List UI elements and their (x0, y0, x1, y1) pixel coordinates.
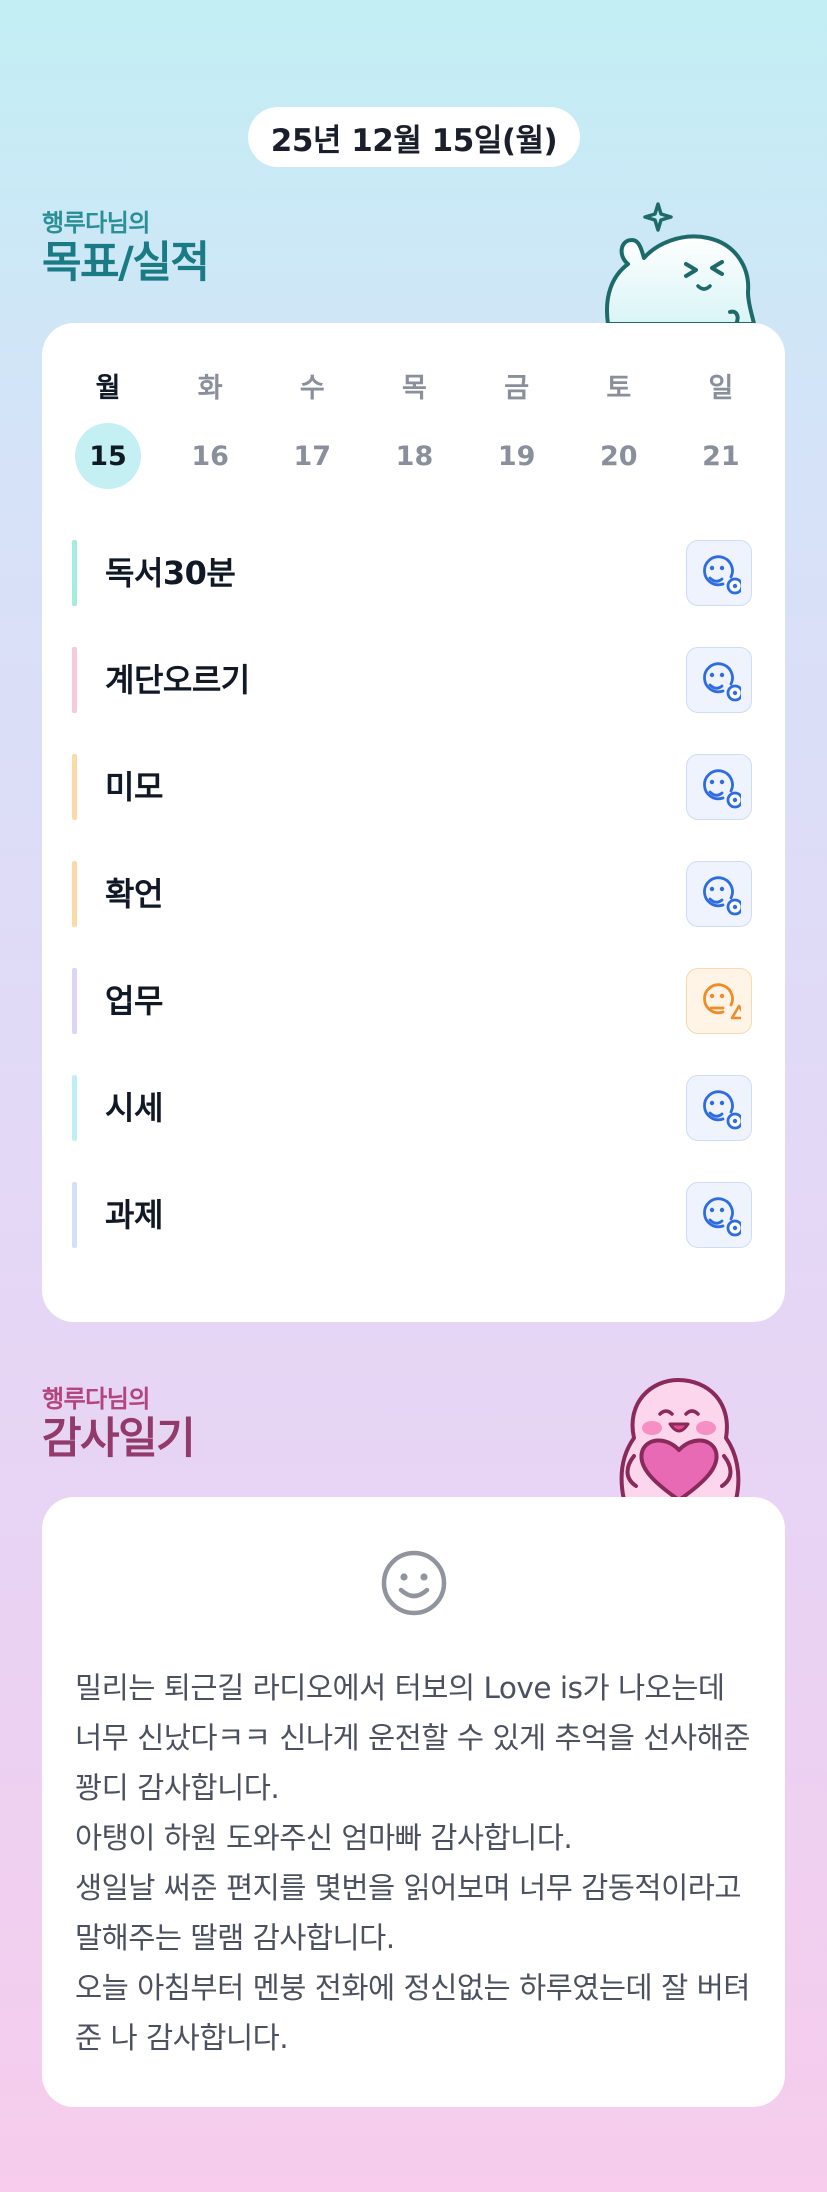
day-thu[interactable]: 목 18 (378, 371, 450, 489)
goal-label: 과제 (105, 1196, 163, 1234)
date-pill[interactable]: 25년 12월 15일(월) (248, 107, 580, 167)
smile-check-icon (703, 1197, 741, 1237)
smile-warning-icon (703, 983, 741, 1020)
day-fri[interactable]: 금 19 (481, 371, 553, 489)
goal-row[interactable]: 확언 (72, 861, 752, 927)
day-date[interactable]: 18 (381, 423, 447, 489)
smile-check-icon (703, 555, 741, 595)
thanks-title: 감사일기 (42, 1414, 196, 1464)
goal-label: 시세 (105, 1089, 163, 1127)
smile-check-icon (703, 769, 741, 809)
goal-status-button[interactable] (686, 754, 752, 820)
thanks-owner-label: 행루다님의 (42, 1385, 150, 1413)
day-mon[interactable]: 월 15 (72, 371, 144, 489)
day-tue[interactable]: 화 16 (174, 371, 246, 489)
week-selector: 월 15 화 16 수 17 목 18 금 19 토 20 일 21 (72, 371, 757, 489)
goal-status-button[interactable] (686, 1075, 752, 1141)
day-name: 목 (402, 373, 427, 404)
goal-row[interactable]: 미모 (72, 754, 752, 820)
day-sun[interactable]: 일 21 (685, 371, 757, 489)
day-date[interactable]: 20 (586, 423, 652, 489)
thanks-section-header: 행루다님의 감사일기 (42, 1384, 196, 1464)
goal-row[interactable]: 계단오르기 (72, 647, 752, 713)
goal-list: 독서30분계단오르기미모확언업무시세과제 (72, 540, 752, 1289)
day-date[interactable]: 21 (688, 423, 754, 489)
goal-color-bar (72, 968, 77, 1034)
smile-check-icon (703, 1090, 741, 1130)
goal-status-button[interactable] (686, 861, 752, 927)
smile-check-icon (703, 662, 741, 702)
day-sat[interactable]: 토 20 (583, 371, 655, 489)
goal-label: 독서30분 (105, 554, 236, 592)
goal-color-bar (72, 754, 77, 820)
goal-row[interactable]: 시세 (72, 1075, 752, 1141)
goal-status-button[interactable] (686, 1182, 752, 1248)
goal-color-bar (72, 861, 77, 927)
day-date[interactable]: 15 (75, 423, 141, 489)
day-name: 월 (95, 373, 121, 404)
goal-status-button[interactable] (686, 540, 752, 606)
day-name: 금 (504, 373, 530, 404)
day-name: 토 (606, 373, 632, 404)
goal-status-button[interactable] (686, 968, 752, 1034)
day-date[interactable]: 19 (484, 423, 550, 489)
smile-check-icon (703, 876, 741, 916)
goals-title: 목표/실적 (42, 238, 210, 288)
gratitude-entry-text: 밀리는 퇴근길 라디오에서 터보의 Love is가 나오는데 너무 신났다ㅋㅋ… (75, 1671, 750, 2055)
day-date[interactable]: 17 (279, 423, 345, 489)
ghost-mascot-icon (605, 202, 756, 324)
goal-label: 계단오르기 (105, 661, 250, 699)
smiley-face-icon (380, 1549, 448, 1617)
goal-row[interactable]: 업무 (72, 968, 752, 1034)
goals-owner-label: 행루다님의 (42, 209, 150, 237)
day-name: 수 (299, 373, 325, 404)
goal-label: 확언 (105, 875, 163, 913)
goal-status-button[interactable] (686, 647, 752, 713)
day-date[interactable]: 16 (177, 423, 243, 489)
goal-row[interactable]: 과제 (72, 1182, 752, 1248)
goal-row[interactable]: 독서30분 (72, 540, 752, 606)
gratitude-card: 밀리는 퇴근길 라디오에서 터보의 Love is가 나오는데 너무 신났다ㅋㅋ… (42, 1497, 785, 2107)
goals-card: 월 15 화 16 수 17 목 18 금 19 토 20 일 21 독서30분… (42, 323, 785, 1322)
day-wed[interactable]: 수 17 (276, 371, 348, 489)
goals-section-header: 행루다님의 목표/실적 (42, 208, 210, 288)
goal-color-bar (72, 1182, 77, 1248)
goal-label: 미모 (105, 768, 163, 806)
day-name: 화 (197, 373, 223, 404)
goal-label: 업무 (105, 982, 163, 1020)
goal-color-bar (72, 1075, 77, 1141)
heart-mascot-icon (619, 1378, 741, 1500)
day-name: 일 (708, 373, 734, 404)
goal-color-bar (72, 540, 77, 606)
goal-color-bar (72, 647, 77, 713)
